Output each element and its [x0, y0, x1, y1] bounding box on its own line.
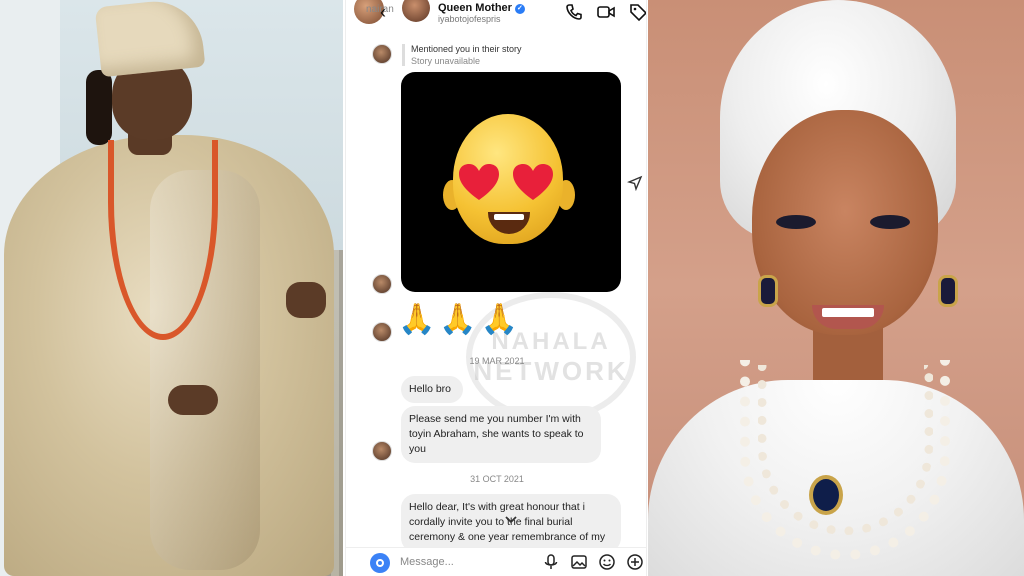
- sticker-icon[interactable]: [598, 553, 616, 571]
- message-input[interactable]: Message...: [400, 556, 454, 568]
- praying-hands-reaction[interactable]: 🙏🙏🙏: [398, 302, 522, 337]
- fila-hat: [94, 0, 206, 78]
- phone-icon[interactable]: [564, 2, 584, 22]
- image-icon[interactable]: [570, 553, 588, 571]
- heart-eye-left-icon: [459, 164, 499, 200]
- earring-left: [758, 275, 778, 307]
- camera-icon[interactable]: [370, 553, 390, 573]
- add-icon[interactable]: [626, 553, 644, 571]
- eye-left: [776, 215, 816, 229]
- hair: [86, 70, 112, 145]
- message-composer: Message...: [346, 547, 646, 576]
- photo-right: [648, 0, 1024, 576]
- contact-avatar[interactable]: [402, 0, 430, 22]
- microphone-icon[interactable]: [542, 553, 560, 571]
- date-separator: 19 MAR 2021: [469, 356, 525, 366]
- date-separator: 31 OCT 2021: [470, 474, 524, 484]
- chat-header: nairan ‹ Queen Mother ✓ iyabotojofespris: [346, 0, 646, 30]
- tag-icon[interactable]: [628, 2, 646, 22]
- eye-right: [870, 215, 910, 229]
- message-bubble[interactable]: Please send me you number I'm with toyin…: [401, 406, 601, 463]
- chevron-down-icon[interactable]: [503, 512, 519, 528]
- contact-handle: iyabotojofespris: [438, 14, 501, 24]
- message-bubble[interactable]: Hello bro: [401, 376, 463, 403]
- pearl-necklace-inner: [758, 365, 933, 535]
- earring-right: [938, 275, 958, 307]
- sender-avatar[interactable]: [372, 274, 392, 294]
- sender-avatar[interactable]: [372, 441, 392, 461]
- contact-name-label: Queen Mother: [438, 2, 512, 14]
- sapphire-pendant: [809, 475, 843, 515]
- story-mention-note: Mentioned you in their story Story unava…: [402, 44, 522, 66]
- chat-screenshot: nairan ‹ Queen Mother ✓ iyabotojofespris …: [345, 0, 647, 576]
- photo-left: [0, 0, 343, 576]
- video-icon[interactable]: [596, 2, 616, 22]
- sender-avatar[interactable]: [372, 44, 392, 64]
- story-mention-text: Mentioned you in their story: [411, 44, 522, 54]
- hand: [168, 385, 218, 415]
- chevron-left-icon[interactable]: ‹: [380, 2, 386, 22]
- contact-name[interactable]: Queen Mother ✓: [438, 2, 525, 14]
- verified-icon: ✓: [514, 4, 525, 14]
- story-unavailable-text: Story unavailable: [411, 56, 481, 66]
- share-icon[interactable]: [627, 175, 643, 191]
- story-image[interactable]: [401, 72, 621, 292]
- sender-avatar[interactable]: [372, 322, 392, 342]
- hand-right: [286, 282, 326, 318]
- heart-eye-right-icon: [513, 164, 553, 200]
